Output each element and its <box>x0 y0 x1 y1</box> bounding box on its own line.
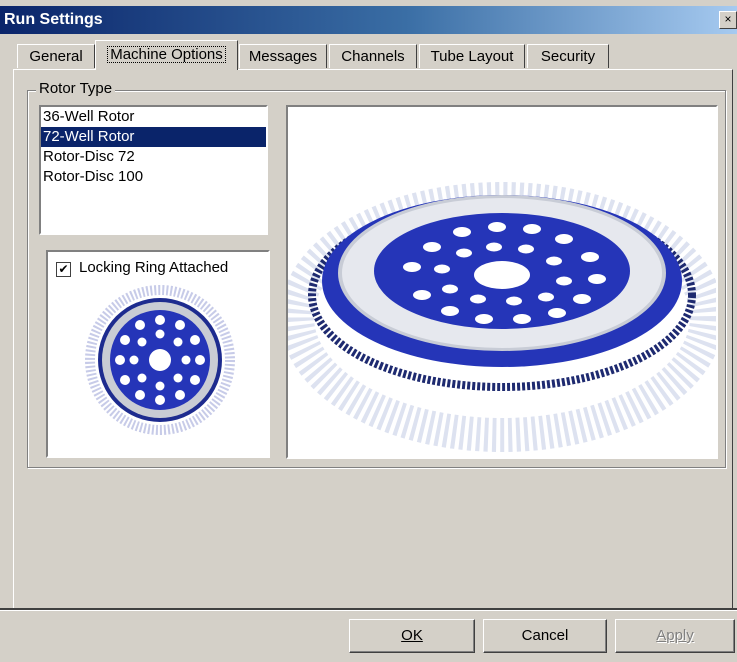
tab-messages[interactable]: Messages <box>239 44 327 68</box>
list-item[interactable]: 36-Well Rotor <box>41 107 266 127</box>
list-item[interactable]: Rotor-Disc 72 <box>41 147 266 167</box>
ok-button[interactable]: OK <box>349 619 475 653</box>
tab-security[interactable]: Security <box>527 44 609 68</box>
rotor-preview-panel <box>286 105 718 459</box>
list-item[interactable]: Rotor-Disc 100 <box>41 167 266 187</box>
rotor-type-list[interactable]: 36-Well Rotor 72-Well Rotor Rotor-Disc 7… <box>39 105 268 235</box>
close-icon[interactable]: × <box>719 11 737 29</box>
tab-tube-layout[interactable]: Tube Layout <box>419 44 525 68</box>
cancel-button[interactable]: Cancel <box>483 619 607 653</box>
rotor-preview-image <box>288 182 716 452</box>
tab-general[interactable]: General <box>17 44 95 68</box>
apply-button[interactable]: Apply <box>615 619 735 653</box>
title-bar[interactable]: Run Settings × <box>0 6 737 34</box>
button-separator <box>0 608 737 611</box>
window-title: Run Settings <box>4 11 103 28</box>
locking-ring-panel: ✔ Locking Ring Attached <box>46 250 270 458</box>
run-settings-dialog: Run Settings × General Machine Options M… <box>0 0 737 662</box>
rotor-thumbnail-image <box>85 285 235 435</box>
tab-machine-options[interactable]: Machine Options <box>95 40 238 70</box>
rotor-type-legend: Rotor Type <box>36 80 116 97</box>
list-item-selected[interactable]: 72-Well Rotor <box>41 127 266 147</box>
tab-channels[interactable]: Channels <box>329 44 417 68</box>
